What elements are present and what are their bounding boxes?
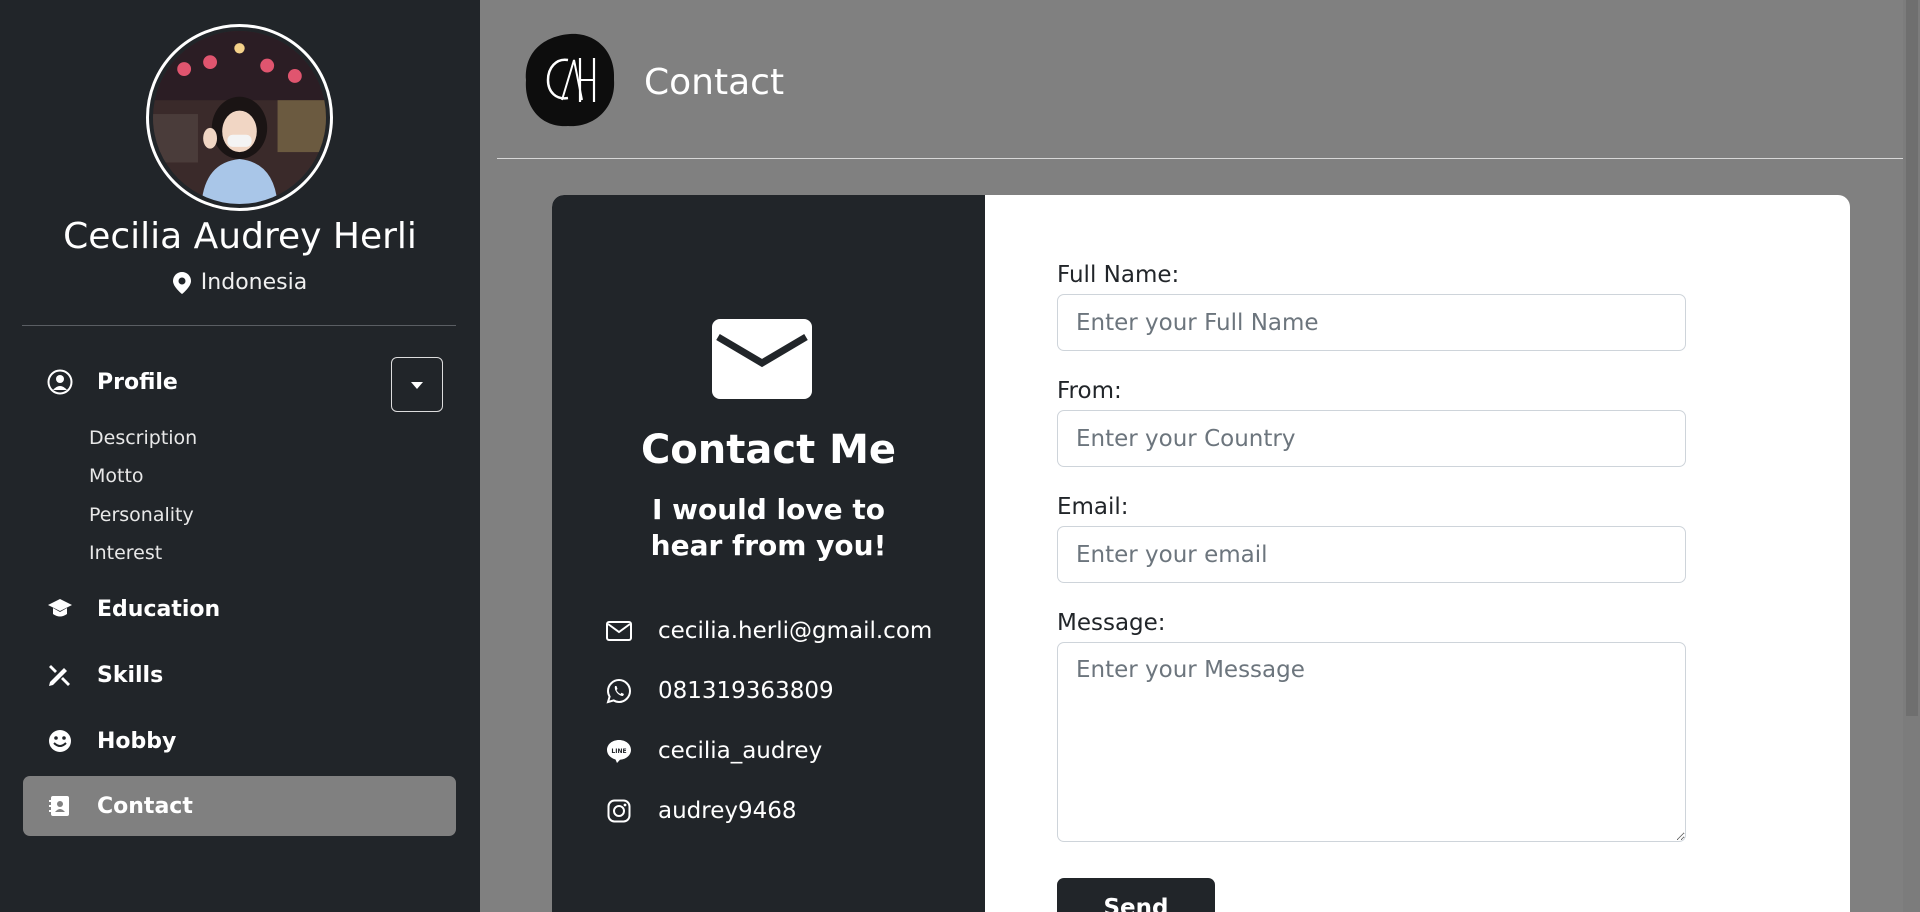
location-pin-icon (172, 271, 191, 294)
sidebar-item-label: Profile (97, 369, 178, 395)
site-logo (522, 30, 618, 130)
sidebar-item-label: Education (97, 596, 221, 622)
send-button[interactable]: Send (1057, 878, 1215, 912)
header-divider (497, 158, 1903, 159)
sidebar-divider (22, 325, 456, 326)
contact-line-id[interactable]: cecilia_audrey (658, 738, 822, 764)
smile-icon (45, 729, 75, 753)
profile-name: Cecilia Audrey Herli (63, 216, 417, 257)
profile-location: Indonesia (0, 270, 480, 295)
sidebar-item-contact[interactable]: Contact (23, 776, 456, 836)
profile-dropdown-button[interactable] (391, 357, 443, 412)
sidebar-item-skills[interactable]: Skills (23, 645, 456, 705)
tools-icon (45, 662, 75, 688)
message-label: Message: (1057, 610, 1166, 636)
contact-email-row: cecilia.herli@gmail.com (604, 613, 932, 649)
page-scrollbar-thumb[interactable] (1906, 0, 1918, 716)
sidebar-item-label: Hobby (97, 728, 177, 754)
contact-info-panel: Contact Me I would love to hear from you… (552, 195, 985, 912)
contact-title: Contact Me (640, 427, 897, 473)
sidebar-subitem-description[interactable]: Description (89, 427, 197, 449)
contact-instagram-row: audrey9468 (604, 793, 797, 829)
contact-line-row: LINE cecilia_audrey (604, 733, 822, 769)
sidebar: Cecilia Audrey Herli Indonesia Profile D… (0, 0, 480, 912)
email-label: Email: (1057, 494, 1129, 520)
whatsapp-icon (604, 676, 634, 706)
contact-email[interactable]: cecilia.herli@gmail.com (658, 618, 932, 644)
svg-text:LINE: LINE (611, 748, 626, 755)
from-label: From: (1057, 378, 1122, 404)
sidebar-subitem-interest[interactable]: Interest (89, 542, 162, 564)
sidebar-subitem-motto[interactable]: Motto (89, 465, 144, 487)
sidebar-item-label: Skills (97, 662, 164, 688)
envelope-icon (712, 319, 812, 399)
full-name-label: Full Name: (1057, 262, 1180, 288)
sidebar-item-education[interactable]: Education (23, 579, 456, 639)
avatar (146, 24, 333, 211)
contact-instagram[interactable]: audrey9468 (658, 798, 797, 824)
contact-phone-row: 081319363809 (604, 673, 834, 709)
profile-photo (153, 31, 326, 204)
mail-icon (604, 616, 634, 646)
message-textarea[interactable] (1057, 642, 1686, 842)
sidebar-subitem-personality[interactable]: Personality (89, 504, 194, 526)
line-app-icon: LINE (604, 736, 634, 766)
location-text: Indonesia (200, 270, 308, 295)
instagram-icon (604, 796, 634, 826)
user-circle-icon (45, 369, 75, 395)
email-input[interactable] (1057, 526, 1686, 583)
contact-card: Contact Me I would love to hear from you… (552, 195, 1850, 912)
graduation-icon (45, 597, 75, 621)
sidebar-item-hobby[interactable]: Hobby (23, 711, 456, 771)
address-book-icon (45, 794, 75, 818)
page-title: Contact (644, 62, 785, 103)
contact-phone[interactable]: 081319363809 (658, 678, 834, 704)
country-input[interactable] (1057, 410, 1686, 467)
caret-down-icon (411, 381, 423, 389)
sidebar-item-label: Contact (97, 793, 193, 819)
full-name-input[interactable] (1057, 294, 1686, 351)
contact-subtitle: I would love to hear from you! (650, 493, 887, 562)
